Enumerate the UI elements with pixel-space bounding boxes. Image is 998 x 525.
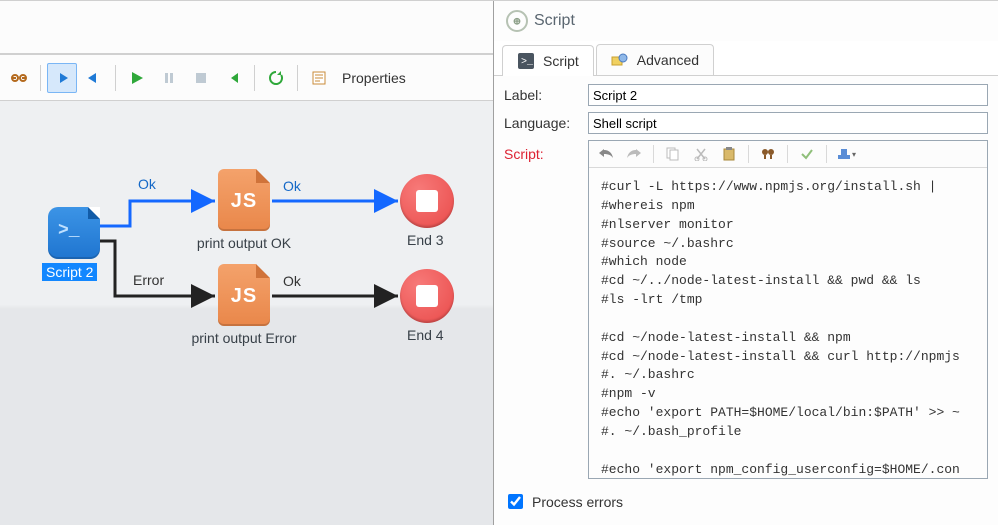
language-input[interactable] [588,112,988,134]
toolbar: Properties [0,54,493,101]
script-label: Script: [504,140,582,162]
panel-title-row: ⊕ Script [494,1,998,41]
play-icon[interactable] [122,63,152,93]
step-forward-icon[interactable] [47,63,77,93]
edge-ok-2: Ok [283,178,301,194]
tab-advanced-label: Advanced [637,52,699,68]
node-end3-label: End 3 [407,232,444,248]
stop-icon[interactable] [186,63,216,93]
properties-label[interactable]: Properties [336,70,406,86]
node-script2-label[interactable]: Script 2 [42,263,97,281]
node-print-ok[interactable]: JS [218,169,270,231]
node-end4[interactable] [400,269,454,323]
label-label: Label: [504,87,582,103]
tool-link-icon[interactable] [4,63,34,93]
refresh-icon[interactable] [261,63,291,93]
editor: ▾ #curl -L https://www.npmjs.org/install… [588,140,988,479]
check-icon[interactable] [794,142,820,166]
pause-icon[interactable] [154,63,184,93]
stamp-icon[interactable]: ▾ [833,142,859,166]
undo-icon[interactable] [593,142,619,166]
cut-icon[interactable] [688,142,714,166]
node-end3[interactable] [400,174,454,228]
process-errors-checkbox[interactable] [508,494,523,509]
language-label: Language: [504,115,582,131]
edge-ok-3: Ok [283,273,301,289]
left-top-bar [0,1,493,54]
label-input[interactable] [588,84,988,106]
editor-toolbar: ▾ [589,141,987,168]
step-back-icon[interactable] [79,63,109,93]
node-print-err[interactable]: JS [218,264,270,326]
panel-title: Script [534,12,575,30]
tab-script[interactable]: >_ Script [502,45,594,76]
paste-icon[interactable] [716,142,742,166]
node-print-err-label: print output Error [184,330,304,346]
edge-ok-1: Ok [138,176,156,192]
tab-advanced[interactable]: Advanced [596,44,714,75]
process-errors-label: Process errors [532,494,623,510]
find-icon[interactable] [755,142,781,166]
node-end4-label: End 4 [407,327,444,343]
advanced-icon [611,51,629,69]
restart-icon[interactable] [218,63,248,93]
script-panel-icon: ⊕ [506,10,528,32]
tab-script-label: Script [543,53,579,69]
redo-icon[interactable] [621,142,647,166]
properties-panel: ⊕ Script >_ Script Advanced Label: Langu… [494,1,998,525]
copy-icon[interactable] [660,142,686,166]
code-area[interactable]: #curl -L https://www.npmjs.org/install.s… [589,168,987,478]
node-script2[interactable]: >_ [48,207,100,259]
canvas[interactable]: Ok Ok Error Ok >_ Script 2 JS print outp… [0,101,493,525]
tabs: >_ Script Advanced [494,41,998,76]
svg-text:>_: >_ [521,57,534,68]
workflow-panel: Properties Ok Ok Error Ok >_ Script 2 JS… [0,1,494,525]
edge-error: Error [133,272,164,288]
properties-icon[interactable] [304,63,334,93]
node-print-ok-label: print output OK [192,235,296,251]
console-icon: >_ [517,52,535,70]
